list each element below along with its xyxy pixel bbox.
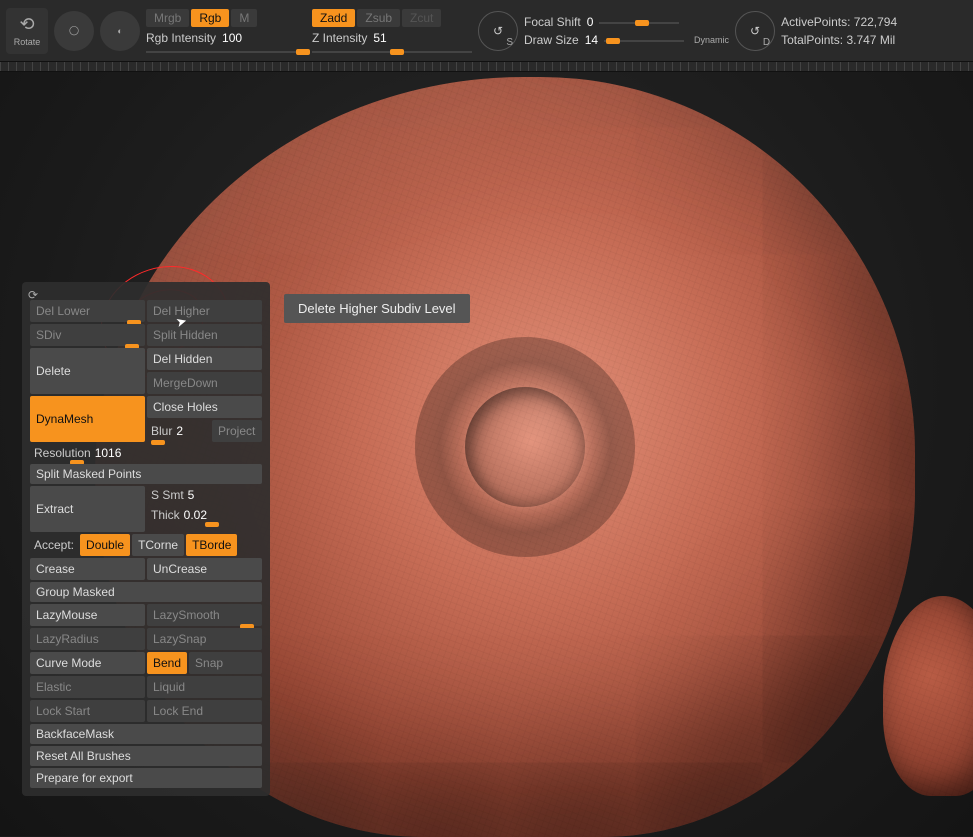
del-lower-button[interactable]: Del Lower <box>30 300 145 322</box>
z-intensity-slider[interactable] <box>312 51 472 53</box>
rotate-button[interactable]: ⟲ Rotate <box>6 8 48 54</box>
group-masked-button[interactable]: Group Masked <box>30 582 262 602</box>
stats: ActivePoints: 722,794 TotalPoints: 3.747… <box>781 15 897 47</box>
z-intensity-value: 51 <box>373 31 386 45</box>
accept-label: Accept: <box>30 534 78 556</box>
mesh-ear <box>883 596 973 796</box>
rgb-toggle[interactable]: Rgb <box>191 9 229 27</box>
zcut-toggle[interactable]: Zcut <box>402 9 441 27</box>
split-masked-points-button[interactable]: Split Masked Points <box>30 464 262 484</box>
stroke-s-icon[interactable]: ↺S <box>478 11 518 51</box>
timeline-ruler[interactable] <box>0 62 973 72</box>
ssmt-slider[interactable]: S Smt 5 <box>147 486 262 504</box>
top-toolbar: ⟲ Rotate ◯ ◐ Mrgb Rgb M Rgb Intensity 10… <box>0 0 973 62</box>
zsub-toggle[interactable]: Zsub <box>357 9 400 27</box>
rgb-intensity-label: Rgb Intensity <box>146 31 216 45</box>
extract-button[interactable]: Extract <box>30 486 145 532</box>
zadd-toggle[interactable]: Zadd <box>312 9 355 27</box>
draw-size-value: 14 <box>585 33 598 47</box>
rotate-label: Rotate <box>14 37 41 47</box>
focal-shift-label: Focal Shift <box>524 15 581 29</box>
total-points-value: 3.747 Mil <box>846 33 895 47</box>
reset-all-brushes-button[interactable]: Reset All Brushes <box>30 746 262 766</box>
lazyradius-button[interactable]: LazyRadius <box>30 628 145 650</box>
prepare-for-export-button[interactable]: Prepare for export <box>30 768 262 788</box>
active-points-value: 722,794 <box>854 15 897 29</box>
quick-panel: ⟳ ➤ Del Lower Del Higher SDiv Split Hidd… <box>22 282 270 796</box>
stroke-draw-icon: ↺ <box>750 24 760 38</box>
merge-down-button[interactable]: MergeDown <box>147 372 262 394</box>
lazymouse-button[interactable]: LazyMouse <box>30 604 145 626</box>
bend-button[interactable]: Bend <box>147 652 187 674</box>
lazysnap-button[interactable]: LazySnap <box>147 628 262 650</box>
liquid-button[interactable]: Liquid <box>147 676 262 698</box>
project-button[interactable]: Project <box>212 420 262 442</box>
rgb-intensity-value: 100 <box>222 31 242 45</box>
dynamic-label[interactable]: Dynamic <box>694 35 729 45</box>
rgb-intensity-slider[interactable] <box>146 51 306 53</box>
lazysmooth-button[interactable]: LazySmooth <box>147 604 262 626</box>
draw-size-slider[interactable] <box>604 40 684 42</box>
sphere-shaded-icon: ◐ <box>117 26 122 36</box>
close-holes-button[interactable]: Close Holes <box>147 396 262 418</box>
tooltip: Delete Higher Subdiv Level <box>284 294 470 323</box>
crease-button[interactable]: Crease <box>30 558 145 580</box>
draw-group: Focal Shift 0 Draw Size 14 Dynamic <box>524 15 729 47</box>
mrgb-toggle[interactable]: Mrgb <box>146 9 189 27</box>
split-hidden-button[interactable]: Split Hidden <box>147 324 262 346</box>
delete-button[interactable]: Delete <box>30 348 145 394</box>
m-toggle[interactable]: M <box>231 9 257 27</box>
stroke-d-icon[interactable]: ↺D <box>735 11 775 51</box>
rgb-group: Mrgb Rgb M Rgb Intensity 100 <box>146 9 306 53</box>
del-higher-button[interactable]: Del Higher <box>147 300 262 322</box>
lock-start-button[interactable]: Lock Start <box>30 700 145 722</box>
del-hidden-button[interactable]: Del Hidden <box>147 348 262 370</box>
tborde-button[interactable]: TBorde <box>186 534 237 556</box>
stroke-spiral-icon: ↺ <box>493 24 503 38</box>
sdiv-button[interactable]: SDiv <box>30 324 145 346</box>
blur-slider[interactable]: Blur 2 <box>147 420 210 442</box>
focal-shift-value: 0 <box>587 15 594 29</box>
brush-icon-1[interactable]: ◯ <box>54 11 94 51</box>
total-points-label: TotalPoints: <box>781 33 843 47</box>
backface-mask-button[interactable]: BackfaceMask <box>30 724 262 744</box>
focal-shift-slider[interactable] <box>599 22 679 24</box>
sphere-icon: ◯ <box>69 25 79 36</box>
resolution-slider[interactable]: Resolution 1016 <box>30 444 262 462</box>
elastic-button[interactable]: Elastic <box>30 676 145 698</box>
brush-icon-2[interactable]: ◐ <box>100 11 140 51</box>
z-intensity-label: Z Intensity <box>312 31 367 45</box>
lock-end-button[interactable]: Lock End <box>147 700 262 722</box>
active-points-label: ActivePoints: <box>781 15 850 29</box>
snap-button[interactable]: Snap <box>189 652 262 674</box>
curve-mode-button[interactable]: Curve Mode <box>30 652 145 674</box>
uncrease-button[interactable]: UnCrease <box>147 558 262 580</box>
z-group: Zadd Zsub Zcut Z Intensity 51 <box>312 9 472 53</box>
dynamesh-button[interactable]: DynaMesh <box>30 396 145 442</box>
rotate-icon: ⟲ <box>19 14 34 35</box>
thick-slider[interactable]: Thick 0.02 <box>147 506 262 524</box>
draw-size-label: Draw Size <box>524 33 579 47</box>
tcorne-button[interactable]: TCorne <box>132 534 184 556</box>
double-button[interactable]: Double <box>80 534 130 556</box>
